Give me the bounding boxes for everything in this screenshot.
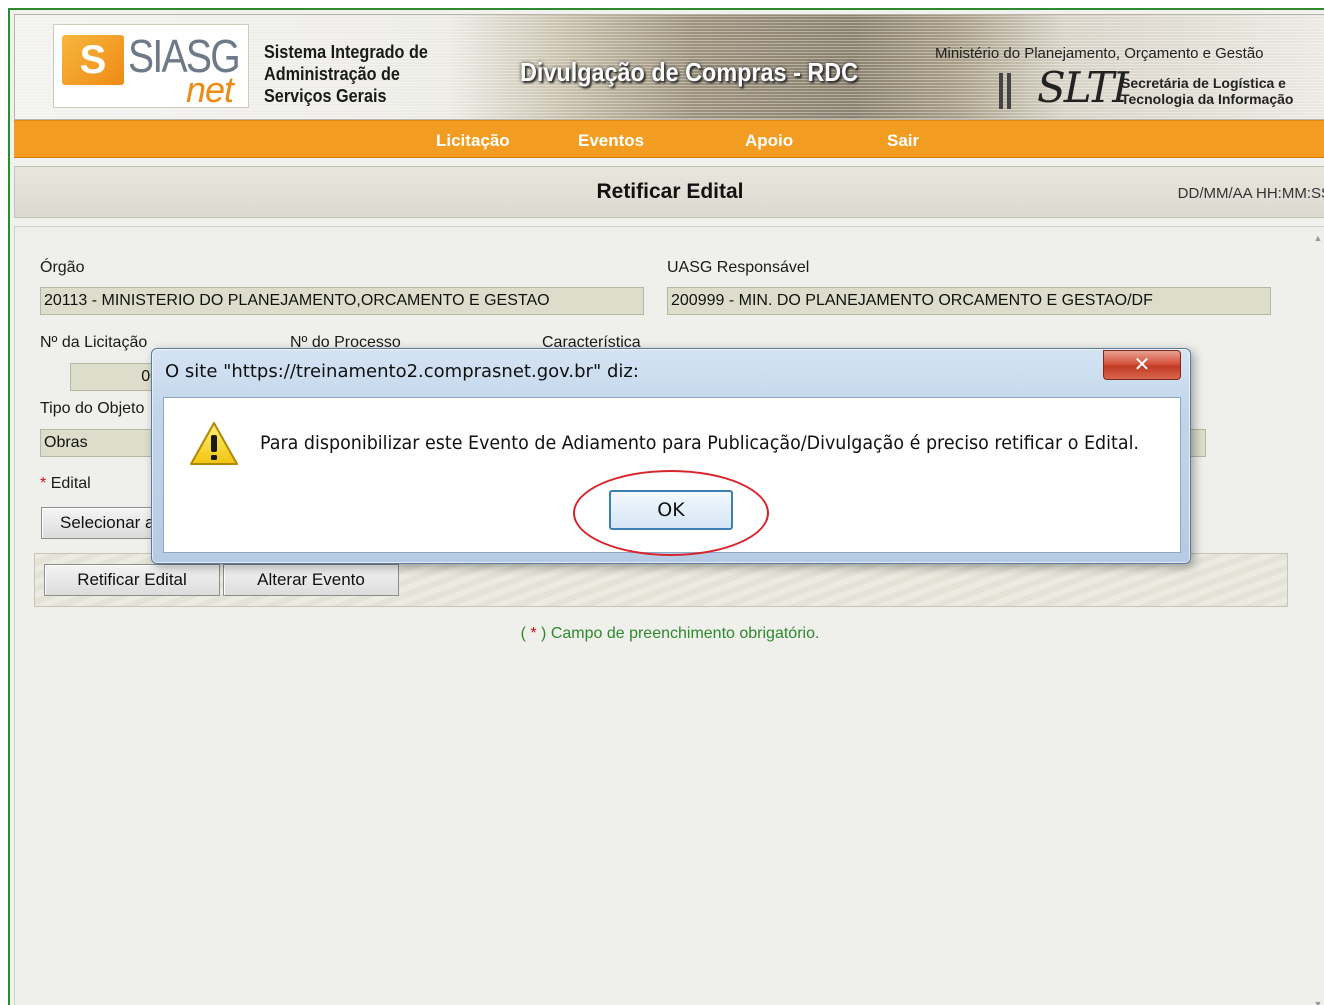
slti-logo: SLTI (1037, 63, 1129, 112)
datetime-display: DD/MM/AA HH:MM:SS (1177, 185, 1324, 202)
slti-subtitle-line: Secretária de Logística e (1121, 75, 1286, 91)
system-name: Sistema Integrado de Administração de Se… (264, 41, 444, 107)
site-header: S SIASG net Sistema Integrado de Adminis… (14, 14, 1324, 120)
siasg-logo: S SIASG net (53, 24, 249, 110)
scroll-down-arrow-icon[interactable]: ▼ (1313, 999, 1323, 1005)
retificar-edital-button[interactable]: Retificar Edital (44, 564, 220, 596)
orgao-label: Órgão (40, 259, 85, 276)
uasg-label: UASG Responsável (667, 259, 810, 276)
banner-title: Divulgação de Compras - RDC (520, 57, 859, 87)
main-nav: Licitação Eventos Apoio Sair (14, 120, 1324, 158)
dialog-message: Para disponibilizar este Evento de Adiam… (260, 432, 1139, 454)
alert-dialog: O site "https://treinamento2.comprasnet.… (151, 348, 1191, 564)
slti-subtitle: Secretária de Logística e Tecnologia da … (1121, 75, 1293, 107)
logo-sub-text: net (186, 69, 234, 110)
tipo-objeto-label: Tipo do Objeto (40, 400, 145, 417)
warning-icon (190, 422, 238, 465)
system-name-line: Administração de (264, 64, 400, 84)
system-name-line: Sistema Integrado de (264, 42, 428, 62)
page-title: Retificar Edital (596, 180, 744, 203)
close-icon[interactable]: ✕ (1103, 350, 1181, 380)
nav-item-licitacao[interactable]: Licitação (436, 131, 510, 151)
nav-item-sair[interactable]: Sair (887, 131, 919, 151)
ok-button[interactable]: OK (609, 490, 733, 530)
system-name-line: Serviços Gerais (264, 86, 387, 106)
ministry-name: Ministério do Planejamento, Orçamento e … (935, 45, 1264, 62)
required-note-text: ) Campo de preenchimento obrigatório. (536, 625, 820, 642)
siasg-logo-mark-icon: S (62, 35, 124, 85)
required-note-open: ( (520, 625, 531, 642)
alterar-evento-button[interactable]: Alterar Evento (223, 564, 399, 596)
scroll-up-arrow-icon[interactable]: ▲ (1313, 233, 1323, 243)
required-mark: * (40, 475, 47, 492)
edital-label-row: * Edital (40, 475, 91, 493)
vertical-scrollbar[interactable]: ▲ ▼ (1311, 227, 1324, 1005)
page-title-bar: Retificar Edital DD/MM/AA HH:MM:SS (14, 166, 1324, 218)
dialog-body: Para disponibilizar este Evento de Adiam… (163, 397, 1181, 553)
nav-item-eventos[interactable]: Eventos (578, 131, 644, 151)
nav-item-apoio[interactable]: Apoio (745, 131, 793, 151)
edital-label: Edital (50, 475, 91, 492)
dialog-title: O site "https://treinamento2.comprasnet.… (165, 361, 639, 382)
slti-subtitle-line: Tecnologia da Informação (1121, 91, 1294, 107)
uasg-field: 200999 - MIN. DO PLANEJAMENTO ORCAMENTO … (667, 287, 1271, 315)
orgao-field: 20113 - MINISTERIO DO PLANEJAMENTO,ORCAM… (40, 287, 644, 315)
required-note: ( * ) Campo de preenchimento obrigatório… (15, 625, 1324, 643)
licitacao-label: Nº da Licitação (40, 334, 148, 351)
form-content: Órgão 20113 - MINISTERIO DO PLANEJAMENTO… (14, 226, 1324, 1005)
